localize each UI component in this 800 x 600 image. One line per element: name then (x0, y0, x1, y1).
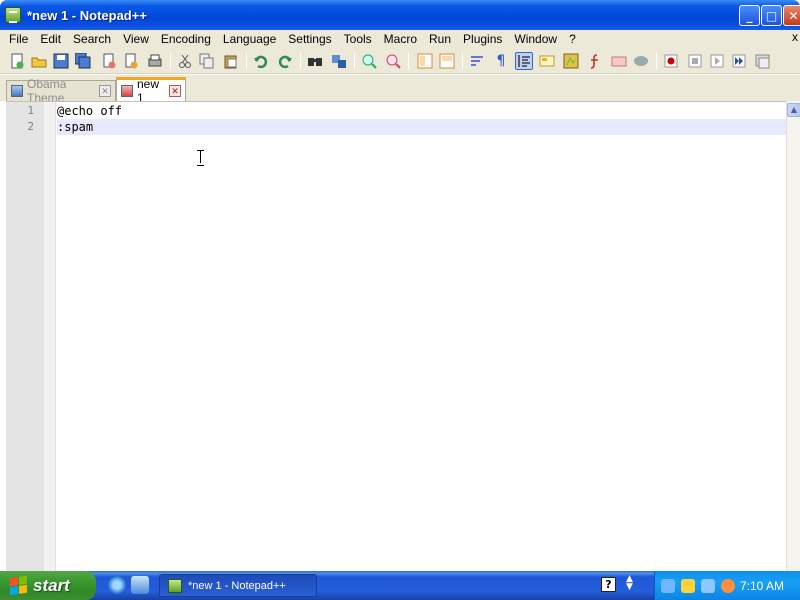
user-lang-icon[interactable] (538, 52, 556, 70)
tab-new-1[interactable]: new 1 ✕ (116, 77, 186, 105)
replace-icon[interactable] (330, 52, 348, 70)
menu-view[interactable]: View (117, 32, 155, 46)
new-file-icon[interactable] (8, 52, 26, 70)
system-tray: 7:10 AM (654, 571, 800, 600)
word-wrap-icon[interactable] (468, 52, 486, 70)
tab-obama-theme[interactable]: Obama Theme ✕ (6, 77, 116, 105)
menu-language[interactable]: Language (217, 32, 282, 46)
menu-search[interactable]: Search (67, 32, 117, 46)
menu-bar: File Edit Search View Encoding Language … (0, 30, 800, 48)
play-macro-icon[interactable] (708, 52, 726, 70)
menu-edit[interactable]: Edit (34, 32, 67, 46)
volume-icon[interactable] (701, 578, 715, 593)
unsaved-file-icon (121, 84, 133, 97)
save-macro-icon[interactable] (754, 52, 772, 70)
line-number: 2 (27, 120, 34, 133)
open-file-icon[interactable] (30, 52, 48, 70)
vertical-scrollbar[interactable]: ▲ (786, 101, 800, 571)
monitoring-icon[interactable] (632, 52, 650, 70)
internet-explorer-icon[interactable] (108, 576, 126, 594)
menu-plugins[interactable]: Plugins (457, 32, 508, 46)
start-button[interactable]: start (0, 571, 96, 600)
search-icon[interactable] (721, 578, 735, 593)
menu-run[interactable]: Run (423, 32, 457, 46)
line-number: 1 (27, 104, 34, 117)
minimize-button[interactable]: _ (739, 5, 760, 26)
tab-close-icon[interactable]: ✕ (99, 85, 111, 97)
sync-horizontal-icon[interactable] (438, 52, 456, 70)
help-icon[interactable]: ? (601, 577, 616, 592)
maximize-button[interactable]: □ (761, 5, 782, 26)
paste-icon[interactable] (222, 52, 240, 70)
saved-file-icon (11, 85, 23, 97)
fold-margin[interactable] (44, 102, 56, 572)
start-label: start (33, 575, 70, 595)
taskbar-notepad-label: *new 1 - Notepad++ (188, 579, 286, 592)
tab-bar: Obama Theme ✕ new 1 ✕ (0, 75, 800, 105)
menu-help[interactable]: ? (563, 32, 582, 46)
notepadpp-app-icon[interactable] (5, 7, 21, 23)
close-document-button[interactable]: x (792, 30, 798, 44)
sync-vertical-icon[interactable] (416, 52, 434, 70)
line-number-gutter: 1 2 (6, 102, 44, 572)
scroll-up-arrow-icon[interactable]: ▲ (787, 103, 800, 117)
menu-encoding[interactable]: Encoding (155, 32, 217, 46)
code-line[interactable]: @echo off (57, 103, 786, 119)
code-line-text: @echo off (57, 104, 123, 118)
indent-guide-icon[interactable] (515, 52, 533, 70)
close-icon[interactable] (100, 52, 118, 70)
code-line-text: :spam (57, 120, 94, 134)
taskbar: start *new 1 - Notepad++ ? ▲ ▼ 7:10 AM (0, 571, 800, 600)
find-icon[interactable] (306, 52, 324, 70)
zoom-out-icon[interactable] (384, 52, 402, 70)
stop-record-icon[interactable] (686, 52, 704, 70)
menu-file[interactable]: File (3, 32, 34, 46)
save-icon[interactable] (52, 52, 70, 70)
cut-icon[interactable] (176, 52, 194, 70)
title-bar[interactable]: *new 1 - Notepad++ (0, 0, 800, 30)
print-icon[interactable] (146, 52, 164, 70)
run-macro-multiple-icon[interactable] (730, 52, 748, 70)
notepadpp-app-icon (168, 578, 182, 593)
network-icon[interactable] (661, 578, 675, 593)
menu-settings[interactable]: Settings (282, 32, 337, 46)
show-all-chars-icon[interactable]: ¶ (492, 52, 510, 70)
redo-icon[interactable] (276, 52, 294, 70)
menu-tools[interactable]: Tools (338, 32, 378, 46)
tab-close-icon[interactable]: ✕ (169, 84, 181, 97)
editor-area[interactable]: 1 2 @echo off :spam (6, 101, 800, 572)
tray-expand-icon[interactable]: ▲ ▼ (626, 575, 633, 592)
menu-macro[interactable]: Macro (378, 32, 423, 46)
folder-workspace-icon[interactable] (610, 52, 628, 70)
toolbar: ¶ (0, 48, 800, 74)
zoom-in-icon[interactable] (360, 52, 378, 70)
security-shield-icon[interactable] (681, 578, 695, 593)
i-beam-cursor-icon (196, 149, 205, 166)
windows-logo-icon (10, 575, 27, 596)
code-text-area[interactable]: @echo off :spam (57, 102, 786, 572)
taskbar-notepad-button[interactable]: *new 1 - Notepad++ (159, 574, 317, 597)
close-window-button[interactable]: ✕ (783, 5, 800, 26)
code-line-current[interactable]: :spam (57, 119, 786, 135)
copy-icon[interactable] (198, 52, 216, 70)
record-macro-icon[interactable] (662, 52, 680, 70)
window-title: *new 1 - Notepad++ (27, 7, 147, 23)
function-list-icon[interactable] (586, 52, 604, 70)
close-all-icon[interactable] (122, 52, 140, 70)
save-all-icon[interactable] (74, 52, 92, 70)
doc-map-icon[interactable] (562, 52, 580, 70)
clock[interactable]: 7:10 AM (740, 579, 784, 593)
undo-icon[interactable] (252, 52, 270, 70)
show-desktop-icon[interactable] (131, 576, 149, 594)
menu-window[interactable]: Window (508, 32, 563, 46)
